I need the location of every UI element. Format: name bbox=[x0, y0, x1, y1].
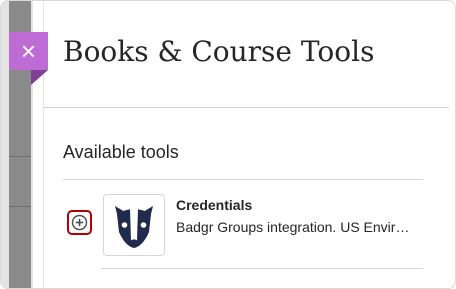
close-panel-button[interactable]: × bbox=[9, 32, 48, 70]
close-icon: × bbox=[20, 36, 37, 66]
rail-divider bbox=[9, 206, 31, 207]
section-divider bbox=[63, 179, 423, 180]
panel-title: Books & Course Tools bbox=[63, 35, 375, 68]
section-heading: Available tools bbox=[63, 142, 179, 162]
close-tab-fold bbox=[31, 70, 48, 85]
header-divider bbox=[44, 107, 449, 108]
tool-description: Badgr Groups integration. US Envir… bbox=[176, 219, 410, 235]
rail-divider bbox=[9, 156, 31, 157]
dialog-frame: × Books & Course Tools Available tools C bbox=[0, 0, 456, 289]
plus-circle-icon bbox=[71, 214, 88, 231]
badger-logo-icon bbox=[115, 206, 153, 248]
tool-logo bbox=[103, 194, 165, 256]
row-divider bbox=[101, 268, 423, 269]
tool-name[interactable]: Credentials bbox=[176, 197, 252, 213]
add-tool-button[interactable] bbox=[67, 210, 92, 235]
